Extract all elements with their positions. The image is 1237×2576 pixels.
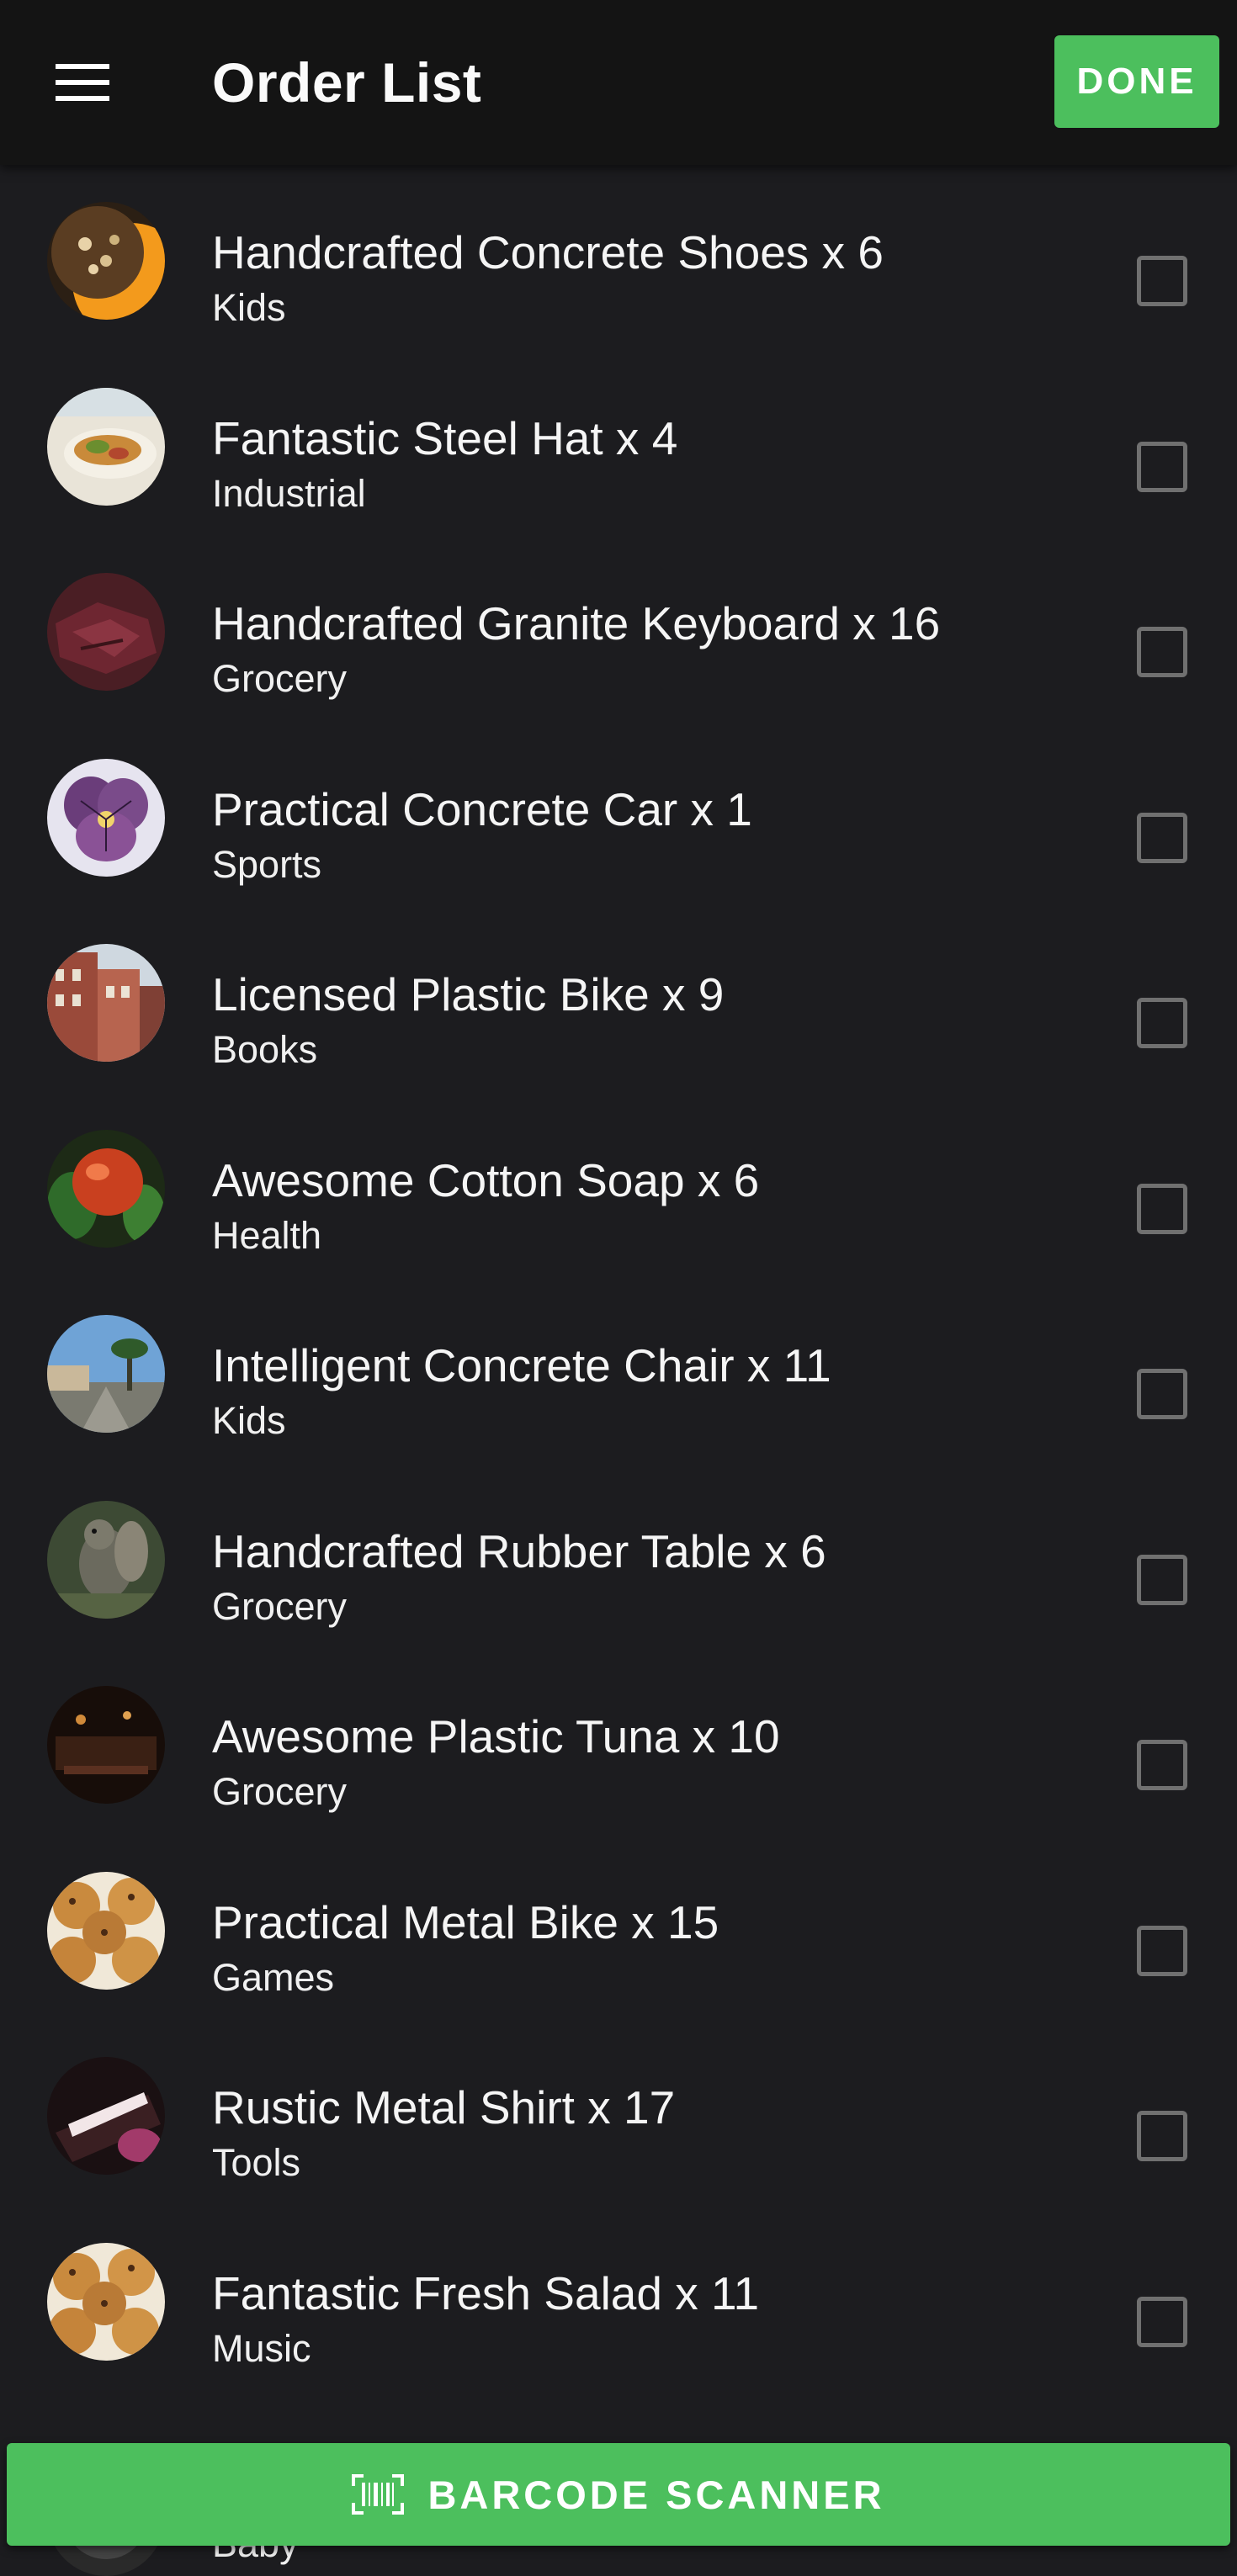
list-item[interactable]: Intelligent Concrete Chair x 11 Kids: [0, 1278, 1237, 1464]
list-item[interactable]: Awesome Cotton Soap x 6 Health: [0, 1093, 1237, 1279]
item-category: Games: [212, 1955, 335, 1999]
item-title: Practical Concrete Car x 1: [212, 782, 752, 835]
menu-button[interactable]: [39, 49, 126, 116]
item-title: Awesome Cotton Soap x 6: [212, 1153, 760, 1206]
product-thumbnail: [47, 2242, 165, 2361]
order-list: Handcrafted Concrete Shoes x 6 Kids Fant…: [0, 165, 1237, 2391]
app-bar: Order List DONE: [0, 0, 1237, 165]
item-category: Kids: [212, 286, 286, 329]
item-title: Awesome Plastic Tuna x 10: [212, 1710, 780, 1762]
item-category: Grocery: [212, 1770, 348, 1813]
list-item[interactable]: Fantastic Steel Hat x 4 Industrial: [0, 351, 1237, 537]
item-checkbox[interactable]: [1137, 627, 1187, 677]
list-item[interactable]: Handcrafted Concrete Shoes x 6 Kids: [0, 165, 1237, 351]
product-thumbnail: [47, 2057, 165, 2175]
product-thumbnail: [47, 1686, 165, 1804]
item-title: Licensed Plastic Bike x 9: [212, 968, 725, 1020]
item-category: Health: [212, 1213, 322, 1257]
item-title: Intelligent Concrete Chair x 11: [212, 1339, 831, 1391]
list-item[interactable]: Practical Concrete Car x 1 Sports: [0, 722, 1237, 908]
item-title: Rustic Metal Shirt x 17: [212, 2081, 676, 2133]
item-category: Industrial: [212, 471, 366, 515]
product-thumbnail: [47, 1315, 165, 1433]
item-category: Sports: [212, 842, 322, 886]
item-title: Fantastic Fresh Salad x 11: [212, 2266, 760, 2319]
barcode-scan-icon: [352, 2474, 405, 2515]
item-title: Handcrafted Rubber Table x 6: [212, 1524, 826, 1577]
product-thumbnail: [47, 202, 165, 320]
list-item[interactable]: Fantastic Fresh Salad x 11 Music: [0, 2206, 1237, 2392]
item-checkbox[interactable]: [1137, 2111, 1187, 2161]
item-category: Grocery: [212, 1584, 348, 1628]
list-item[interactable]: Rustic Metal Shirt x 17 Tools: [0, 2020, 1237, 2206]
item-category: Music: [212, 2326, 311, 2370]
item-checkbox[interactable]: [1137, 1554, 1187, 1605]
list-item[interactable]: Licensed Plastic Bike x 9 Books: [0, 907, 1237, 1093]
list-item[interactable]: Practical Metal Bike x 15 Games: [0, 1835, 1237, 2021]
item-checkbox[interactable]: [1137, 2296, 1187, 2347]
barcode-scanner-button[interactable]: BARCODE SCANNER: [7, 2443, 1230, 2546]
item-checkbox[interactable]: [1137, 998, 1187, 1048]
product-thumbnail: [47, 1500, 165, 1619]
product-thumbnail: [47, 944, 165, 1062]
item-category: Tools: [212, 2141, 301, 2184]
item-checkbox[interactable]: [1137, 256, 1187, 306]
item-checkbox[interactable]: [1137, 441, 1187, 492]
product-thumbnail: [47, 758, 165, 877]
item-category: Kids: [212, 1399, 286, 1442]
item-checkbox[interactable]: [1137, 1740, 1187, 1790]
item-checkbox[interactable]: [1137, 1925, 1187, 1976]
list-item[interactable]: Awesome Plastic Tuna x 10 Grocery: [0, 1649, 1237, 1835]
list-item[interactable]: Handcrafted Granite Keyboard x 16 Grocer…: [0, 536, 1237, 722]
done-button[interactable]: DONE: [1054, 35, 1219, 128]
page-title: Order List: [212, 51, 482, 114]
item-category: Books: [212, 1028, 318, 1071]
list-item[interactable]: Handcrafted Rubber Table x 6 Grocery: [0, 1464, 1237, 1650]
item-checkbox[interactable]: [1137, 812, 1187, 863]
item-title: Fantastic Steel Hat x 4: [212, 411, 678, 464]
hamburger-menu-icon: [56, 64, 109, 101]
item-checkbox[interactable]: [1137, 1183, 1187, 1234]
item-checkbox[interactable]: [1137, 1369, 1187, 1419]
item-title: Handcrafted Concrete Shoes x 6: [212, 226, 884, 278]
product-thumbnail: [47, 387, 165, 506]
item-category: Grocery: [212, 657, 348, 700]
product-thumbnail: [47, 573, 165, 691]
barcode-scanner-label: BARCODE SCANNER: [427, 2472, 885, 2517]
item-title: Practical Metal Bike x 15: [212, 1895, 719, 1948]
product-thumbnail: [47, 1871, 165, 1990]
item-title: Handcrafted Granite Keyboard x 16: [212, 597, 941, 649]
product-thumbnail: [47, 1129, 165, 1248]
